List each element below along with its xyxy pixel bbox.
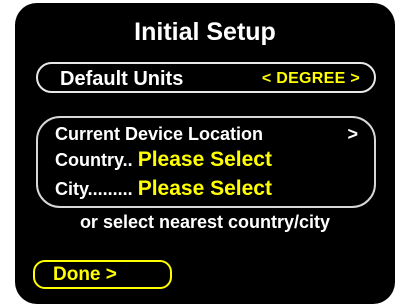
page-title: Initial Setup xyxy=(134,18,276,46)
default-units-value[interactable]: < DEGREE > xyxy=(262,69,360,89)
default-units-selector[interactable]: Default Units < DEGREE > xyxy=(36,62,376,93)
location-panel: Current Device Location > Country.. Plea… xyxy=(36,116,376,208)
current-location-arrow-icon[interactable]: > xyxy=(347,123,358,145)
nearest-location-hint[interactable]: or select nearest country/city xyxy=(15,210,395,234)
current-device-location-label: Current Device Location xyxy=(55,124,264,144)
city-label: City......... xyxy=(55,179,133,199)
country-row[interactable]: Country.. Please Select xyxy=(55,149,272,171)
initial-setup-screen: Initial Setup Default Units < DEGREE > C… xyxy=(15,3,395,304)
current-device-location-row[interactable]: Current Device Location xyxy=(55,123,263,145)
city-row[interactable]: City......... Please Select xyxy=(55,178,272,200)
country-value[interactable]: Please Select xyxy=(138,148,272,171)
done-button[interactable]: Done > xyxy=(33,260,172,289)
country-label: Country.. xyxy=(55,150,133,170)
city-value[interactable]: Please Select xyxy=(138,177,272,200)
default-units-label: Default Units xyxy=(60,68,184,90)
